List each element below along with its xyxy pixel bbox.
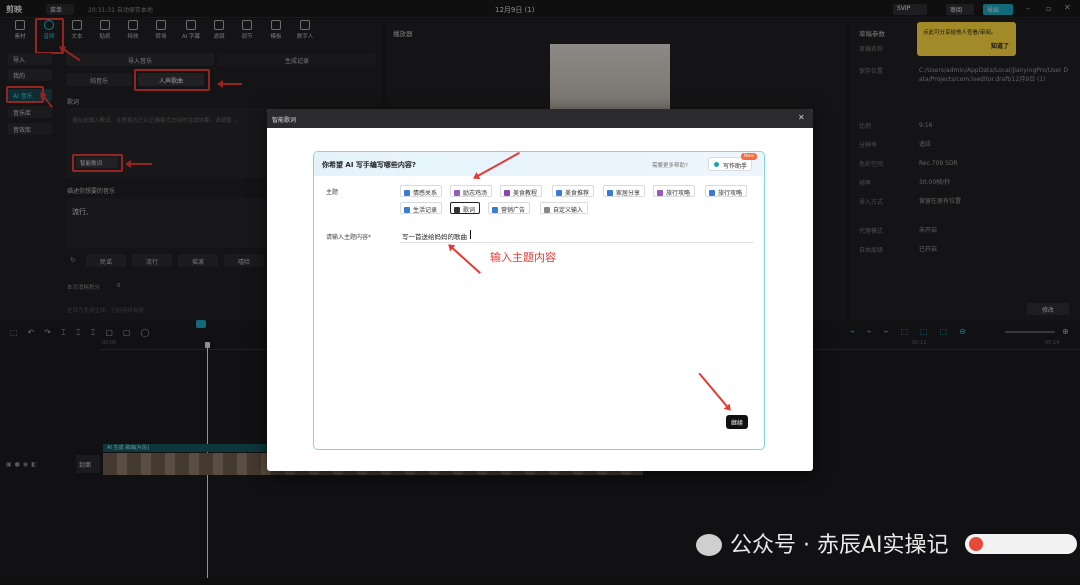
watermark: 公众号 · 赤辰AI实操记 xyxy=(696,527,949,559)
tag-relationship[interactable]: 情感关系 xyxy=(400,185,443,197)
ime-toolbar[interactable] xyxy=(965,534,1077,554)
tag-lyrics[interactable]: 歌词 xyxy=(450,202,481,214)
dialog-title: 智能歌词 xyxy=(272,117,297,124)
topic-input[interactable]: 写一首送给妈妈的歌曲 xyxy=(400,226,754,243)
card-header: 你希望 AI 写手编写哪些内容? 需要更多帮助? 写作助手 New xyxy=(314,152,764,176)
theme-label: 主题 xyxy=(326,189,339,196)
wechat-icon xyxy=(696,534,722,556)
dialog-close-icon[interactable]: ✕ xyxy=(798,113,805,122)
tag-motivation[interactable]: 励志鸡汤 xyxy=(450,185,493,197)
tag-home[interactable]: 家居分享 xyxy=(603,185,646,197)
help-text: 需要更多帮助? xyxy=(652,163,688,169)
tag-custom-input[interactable]: 自定义输入 xyxy=(540,202,589,214)
text-cursor xyxy=(470,230,471,239)
writer-card: 你希望 AI 写手编写哪些内容? 需要更多帮助? 写作助手 New 主题 情感关… xyxy=(313,151,765,450)
tag-marketing[interactable]: 营销广告 xyxy=(488,202,531,214)
card-question: 你希望 AI 写手编写哪些内容? xyxy=(322,161,416,169)
tag-food-recommend[interactable]: 美食推荐 xyxy=(552,185,595,197)
assistant-label: 写作助手 xyxy=(723,163,748,170)
bottom-scrollbar[interactable] xyxy=(0,578,1080,585)
tag-daily-life[interactable]: 生活记录 xyxy=(400,202,443,214)
dialog-header: 智能歌词 ✕ xyxy=(267,109,813,128)
tag-travel-2[interactable]: 旅行攻略 xyxy=(705,185,748,197)
ime-logo-icon xyxy=(969,537,983,551)
continue-button[interactable]: 继续 xyxy=(726,415,748,429)
annotation-text: 输入主题内容 xyxy=(490,251,556,264)
topic-input-label: 请输入主题内容* xyxy=(326,234,372,241)
app-window: 剪映 菜单 20:31:31 自动保存本地 12月9日 (1) SVIP 审阅 … xyxy=(0,0,1080,585)
smart-lyrics-dialog: 智能歌词 ✕ 你希望 AI 写手编写哪些内容? 需要更多帮助? 写作助手 New… xyxy=(267,109,813,471)
tag-food-tutorial[interactable]: 美食教程 xyxy=(500,185,543,197)
watermark-text: 公众号 · 赤辰AI实操记 xyxy=(730,533,949,558)
new-badge: New xyxy=(741,153,757,160)
topic-input-value: 写一首送给妈妈的歌曲 xyxy=(402,233,467,241)
tag-travel[interactable]: 旅行攻略 xyxy=(653,185,696,197)
assistant-icon xyxy=(714,162,719,167)
